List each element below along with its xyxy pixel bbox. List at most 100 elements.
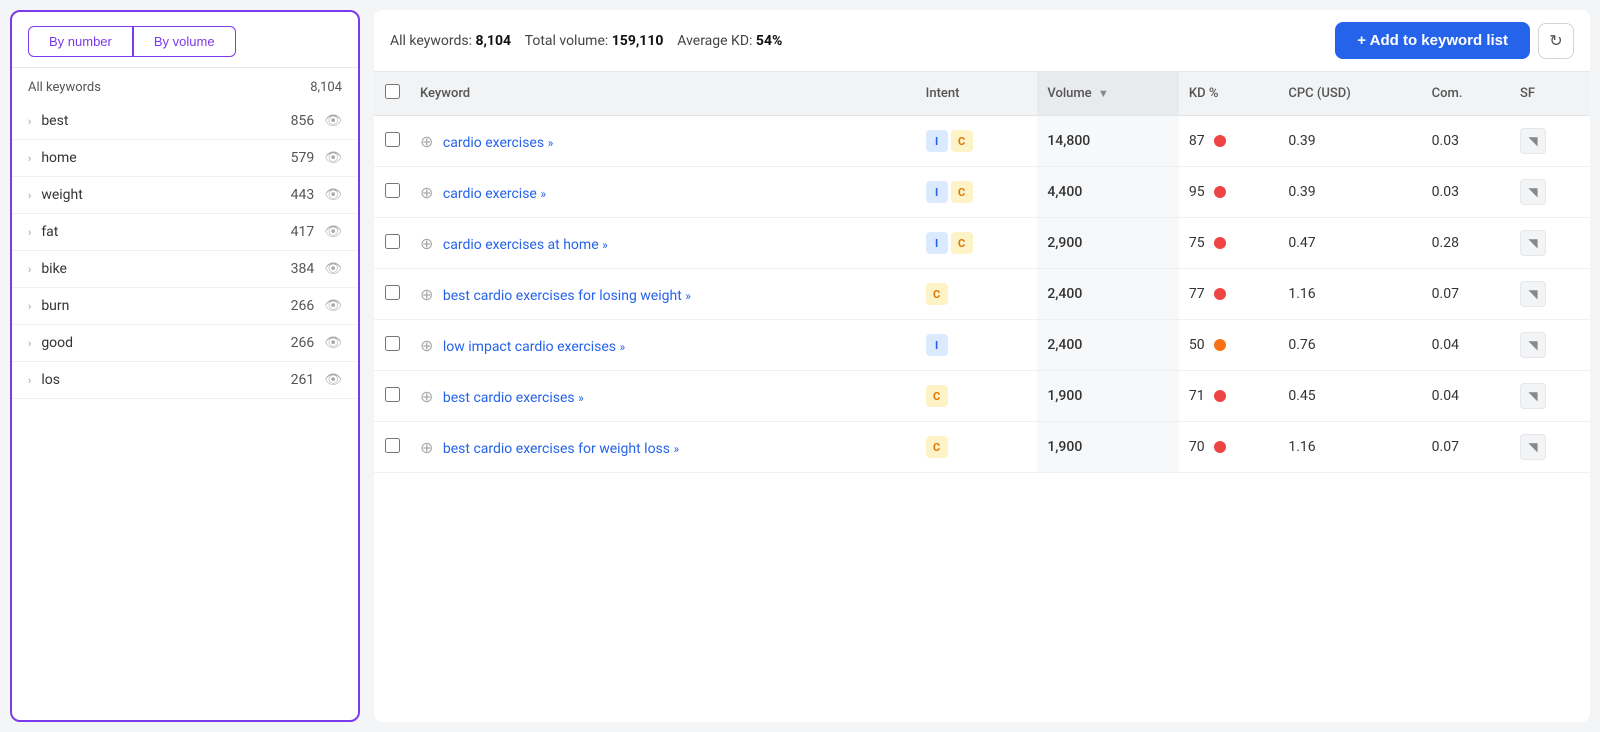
chevron-icon: › (28, 263, 31, 276)
chevron-icon: › (28, 374, 31, 387)
intent-cell: C (916, 422, 1038, 473)
eye-icon[interactable]: 👁 (324, 261, 342, 277)
intent-badge-c: C (926, 283, 948, 305)
row-checkbox[interactable] (385, 234, 400, 249)
refresh-button[interactable]: ↻ (1538, 23, 1574, 59)
add-circle-icon[interactable]: ⊕ (420, 234, 433, 253)
sf-button[interactable]: ◥ (1520, 434, 1546, 460)
cpc-cell: 1.16 (1278, 269, 1421, 320)
intent-cell: C (916, 371, 1038, 422)
sidebar-item-bike[interactable]: › bike 384 👁 (12, 251, 358, 288)
sf-button[interactable]: ◥ (1520, 383, 1546, 409)
intent-badge-i: I (926, 232, 948, 254)
add-circle-icon[interactable]: ⊕ (420, 183, 433, 202)
table-row: ⊕ cardio exercises » IC 14,800 87 0.39 0… (374, 116, 1590, 167)
col-header-com: Com. (1422, 72, 1510, 116)
sidebar-item-count: 443 (291, 187, 315, 203)
keyword-chevron: » (685, 289, 691, 303)
col-header-keyword: Keyword (410, 72, 916, 116)
intent-cell: I (916, 320, 1038, 371)
com-cell: 0.07 (1422, 269, 1510, 320)
eye-icon[interactable]: 👁 (324, 335, 342, 351)
add-circle-icon[interactable]: ⊕ (420, 132, 433, 151)
kd-dot (1214, 390, 1226, 402)
keyword-link[interactable]: cardio exercises at home » (443, 237, 608, 253)
com-cell: 0.28 (1422, 218, 1510, 269)
keyword-chevron: » (540, 187, 546, 201)
sidebar-list: › best 856 👁 › home 579 👁 › weight 443 👁… (12, 103, 358, 720)
row-checkbox[interactable] (385, 336, 400, 351)
row-checkbox[interactable] (385, 438, 400, 453)
sidebar-item-los[interactable]: › los 261 👁 (12, 362, 358, 399)
add-circle-icon[interactable]: ⊕ (420, 438, 433, 457)
col-header-kd: KD % (1179, 72, 1278, 116)
toggle-by-number[interactable]: By number (28, 26, 133, 57)
sf-button[interactable]: ◥ (1520, 128, 1546, 154)
add-circle-icon[interactable]: ⊕ (420, 285, 433, 304)
keyword-cell: ⊕ low impact cardio exercises » (410, 320, 916, 371)
sf-cell: ◥ (1510, 320, 1590, 371)
add-circle-icon[interactable]: ⊕ (420, 387, 433, 406)
sf-button[interactable]: ◥ (1520, 230, 1546, 256)
intent-cell: IC (916, 218, 1038, 269)
sf-button[interactable]: ◥ (1520, 281, 1546, 307)
top-bar: All keywords: 8,104 Total volume: 159,11… (374, 10, 1590, 72)
avg-kd-value: 54% (756, 33, 782, 49)
sf-cell: ◥ (1510, 116, 1590, 167)
eye-icon[interactable]: 👁 (324, 150, 342, 166)
sidebar-item-home[interactable]: › home 579 👁 (12, 140, 358, 177)
com-cell: 0.04 (1422, 371, 1510, 422)
col-header-intent: Intent (916, 72, 1038, 116)
keyword-cell: ⊕ cardio exercises at home » (410, 218, 916, 269)
row-checkbox[interactable] (385, 132, 400, 147)
add-to-keyword-list-button[interactable]: + Add to keyword list (1335, 22, 1530, 59)
eye-icon[interactable]: 👁 (324, 298, 342, 314)
keyword-link[interactable]: best cardio exercises » (443, 390, 584, 406)
keyword-link[interactable]: best cardio exercises for losing weight … (443, 288, 691, 304)
com-cell: 0.03 (1422, 167, 1510, 218)
keyword-link[interactable]: best cardio exercises for weight loss » (443, 441, 679, 457)
eye-icon[interactable]: 👁 (324, 224, 342, 240)
sidebar-item-best[interactable]: › best 856 👁 (12, 103, 358, 140)
eye-icon[interactable]: 👁 (324, 187, 342, 203)
kd-cell: 71 (1179, 371, 1278, 422)
sidebar-item-count: 579 (291, 150, 315, 166)
sidebar-item-count: 261 (291, 372, 315, 388)
eye-icon[interactable]: 👁 (324, 372, 342, 388)
keyword-chevron: » (578, 391, 584, 405)
total-volume-label: Total volume: (525, 33, 609, 49)
sidebar-item-burn[interactable]: › burn 266 👁 (12, 288, 358, 325)
row-checkbox-cell (374, 116, 410, 167)
sf-button[interactable]: ◥ (1520, 332, 1546, 358)
toggle-by-volume[interactable]: By volume (133, 26, 236, 57)
com-cell: 0.04 (1422, 320, 1510, 371)
col-header-checkbox (374, 72, 410, 116)
kd-dot (1214, 186, 1226, 198)
sidebar-item-count: 266 (291, 298, 315, 314)
col-header-sf: SF (1510, 72, 1590, 116)
select-all-checkbox[interactable] (385, 84, 400, 99)
kd-cell: 87 (1179, 116, 1278, 167)
keyword-link[interactable]: cardio exercises » (443, 135, 553, 151)
table-row: ⊕ best cardio exercises for weight loss … (374, 422, 1590, 473)
chevron-icon: › (28, 152, 31, 165)
row-checkbox[interactable] (385, 285, 400, 300)
row-checkbox-cell (374, 320, 410, 371)
add-circle-icon[interactable]: ⊕ (420, 336, 433, 355)
sf-button[interactable]: ◥ (1520, 179, 1546, 205)
eye-icon[interactable]: 👁 (324, 113, 342, 129)
kd-dot (1214, 135, 1226, 147)
keyword-link[interactable]: cardio exercise » (443, 186, 546, 202)
stats-text: All keywords: 8,104 Total volume: 159,11… (390, 33, 1327, 49)
sidebar-item-label: fat (41, 224, 290, 240)
intent-badge-i: I (926, 181, 948, 203)
sidebar-item-count: 856 (291, 113, 315, 129)
row-checkbox[interactable] (385, 183, 400, 198)
sidebar-item-fat[interactable]: › fat 417 👁 (12, 214, 358, 251)
sidebar-item-count: 266 (291, 335, 315, 351)
keyword-link[interactable]: low impact cardio exercises » (443, 339, 625, 355)
sidebar-item-good[interactable]: › good 266 👁 (12, 325, 358, 362)
sidebar-item-weight[interactable]: › weight 443 👁 (12, 177, 358, 214)
row-checkbox[interactable] (385, 387, 400, 402)
sidebar: By number By volume All keywords 8,104 ›… (10, 10, 360, 722)
